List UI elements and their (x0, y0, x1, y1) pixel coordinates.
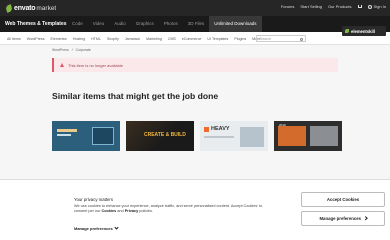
nav-video[interactable]: Video (88, 16, 109, 32)
breadcrumb-corporate[interactable]: Corporate (76, 48, 91, 52)
breadcrumb: WordPress / Corporate (52, 48, 91, 52)
leaf-icon (345, 29, 349, 33)
nav-3d-files[interactable]: 3D Files (183, 16, 210, 32)
logo-word: envato (14, 4, 36, 12)
item-thumbnail[interactable]: HEAVY (200, 121, 268, 151)
privacy-body-end: policies. (138, 209, 153, 213)
leaf-icon (4, 3, 14, 13)
start-selling-link[interactable]: Start Selling (300, 4, 322, 9)
chevron-down-icon (114, 225, 119, 230)
category-jamstack[interactable]: Jamstack (122, 37, 143, 41)
similar-items-title: Similar items that might get the job don… (52, 91, 219, 101)
manage-preferences-link[interactable]: Manage preferences (74, 225, 119, 231)
thumbnail-text: HEAVY (211, 126, 230, 132)
item-thumbnail[interactable]: 2019 (274, 121, 342, 151)
nav-photos[interactable]: Photos (159, 16, 183, 32)
category-marketing[interactable]: Marketing (143, 37, 165, 41)
nav-audio[interactable]: Audio (109, 16, 131, 32)
unavailable-alert: This item is no longer available (52, 58, 338, 72)
nav-graphics[interactable]: Graphics (131, 16, 159, 32)
item-thumbnail[interactable] (52, 121, 120, 151)
nav-unlimited-downloads[interactable]: Unlimited Downloads (209, 16, 262, 32)
manage-preferences-label: Manage preferences (74, 226, 113, 231)
manage-preferences-button-label: Manage preferences (319, 216, 362, 221)
nav-code[interactable]: Code (67, 16, 88, 32)
search-icon[interactable] (300, 37, 303, 41)
thumbnail-text: CREATE & BUILD (144, 132, 186, 138)
nav-links: Code Video Audio Graphics Photos 3D File… (67, 16, 262, 32)
cart-link[interactable] (357, 5, 362, 8)
privacy-body: We use cookies to enhance your experienc… (74, 204, 264, 214)
forums-link[interactable]: Forums (281, 4, 295, 9)
category-plugins[interactable]: Plugins (231, 37, 249, 41)
search-input[interactable]: Search (256, 35, 306, 42)
sign-in-link[interactable]: Sign In (367, 4, 386, 9)
our-products-link[interactable]: Our Products (328, 4, 352, 9)
category-cms[interactable]: CMS (165, 37, 179, 41)
category-ui-templates[interactable]: UI Templates (204, 37, 231, 41)
promo-label: elementskill (351, 28, 375, 34)
cookies-policy-link[interactable]: Cookies (101, 209, 116, 213)
logo-suffix: market (36, 4, 57, 12)
privacy-title: Your privacy matters (74, 197, 114, 202)
envato-logo[interactable]: envato market (4, 3, 57, 13)
alert-text: This item is no longer available (68, 62, 123, 68)
top-bar: envato market Forums Start Selling Our P… (0, 0, 390, 16)
category-elementor[interactable]: Elementor (48, 37, 70, 41)
category-all-items[interactable]: All Items (4, 37, 24, 41)
search-placeholder: Search (260, 37, 272, 41)
cookie-banner: Your privacy matters We use cookies to e… (0, 179, 390, 240)
category-bar: All Items WordPress Elementor Hosting HT… (0, 32, 390, 45)
category-hosting[interactable]: Hosting (70, 37, 88, 41)
accept-cookies-button[interactable]: Accept Cookies (301, 192, 385, 207)
item-thumbnail[interactable]: CREATE & BUILD (126, 121, 194, 151)
category-wordpress[interactable]: WordPress (24, 37, 48, 41)
nav-title[interactable]: Web Themes & Templates (5, 21, 67, 27)
breadcrumb-separator: / (71, 48, 73, 52)
category-list: All Items WordPress Elementor Hosting HT… (4, 32, 263, 45)
cart-icon (357, 5, 362, 8)
page: envato market Forums Start Selling Our P… (0, 0, 390, 240)
privacy-body-and: and (116, 209, 125, 213)
manage-preferences-button[interactable]: Manage preferences (301, 211, 385, 226)
sign-in-label: Sign In (373, 4, 386, 9)
our-products-label: Our Products (327, 4, 352, 9)
chevron-right-icon (363, 216, 368, 221)
category-ecommerce[interactable]: eCommerce (179, 37, 205, 41)
category-html[interactable]: HTML (88, 37, 104, 41)
breadcrumb-wordpress[interactable]: WordPress (52, 48, 69, 52)
privacy-policy-link[interactable]: Privacy (125, 209, 139, 213)
warning-icon (60, 63, 64, 67)
top-links: Forums Start Selling Our Products Sign I… (281, 4, 386, 9)
category-shopify[interactable]: Shopify (104, 37, 122, 41)
main-nav: Web Themes & Templates Code Video Audio … (0, 16, 390, 32)
elements-promo-badge[interactable]: elementskill (342, 26, 386, 36)
user-icon (367, 4, 372, 9)
